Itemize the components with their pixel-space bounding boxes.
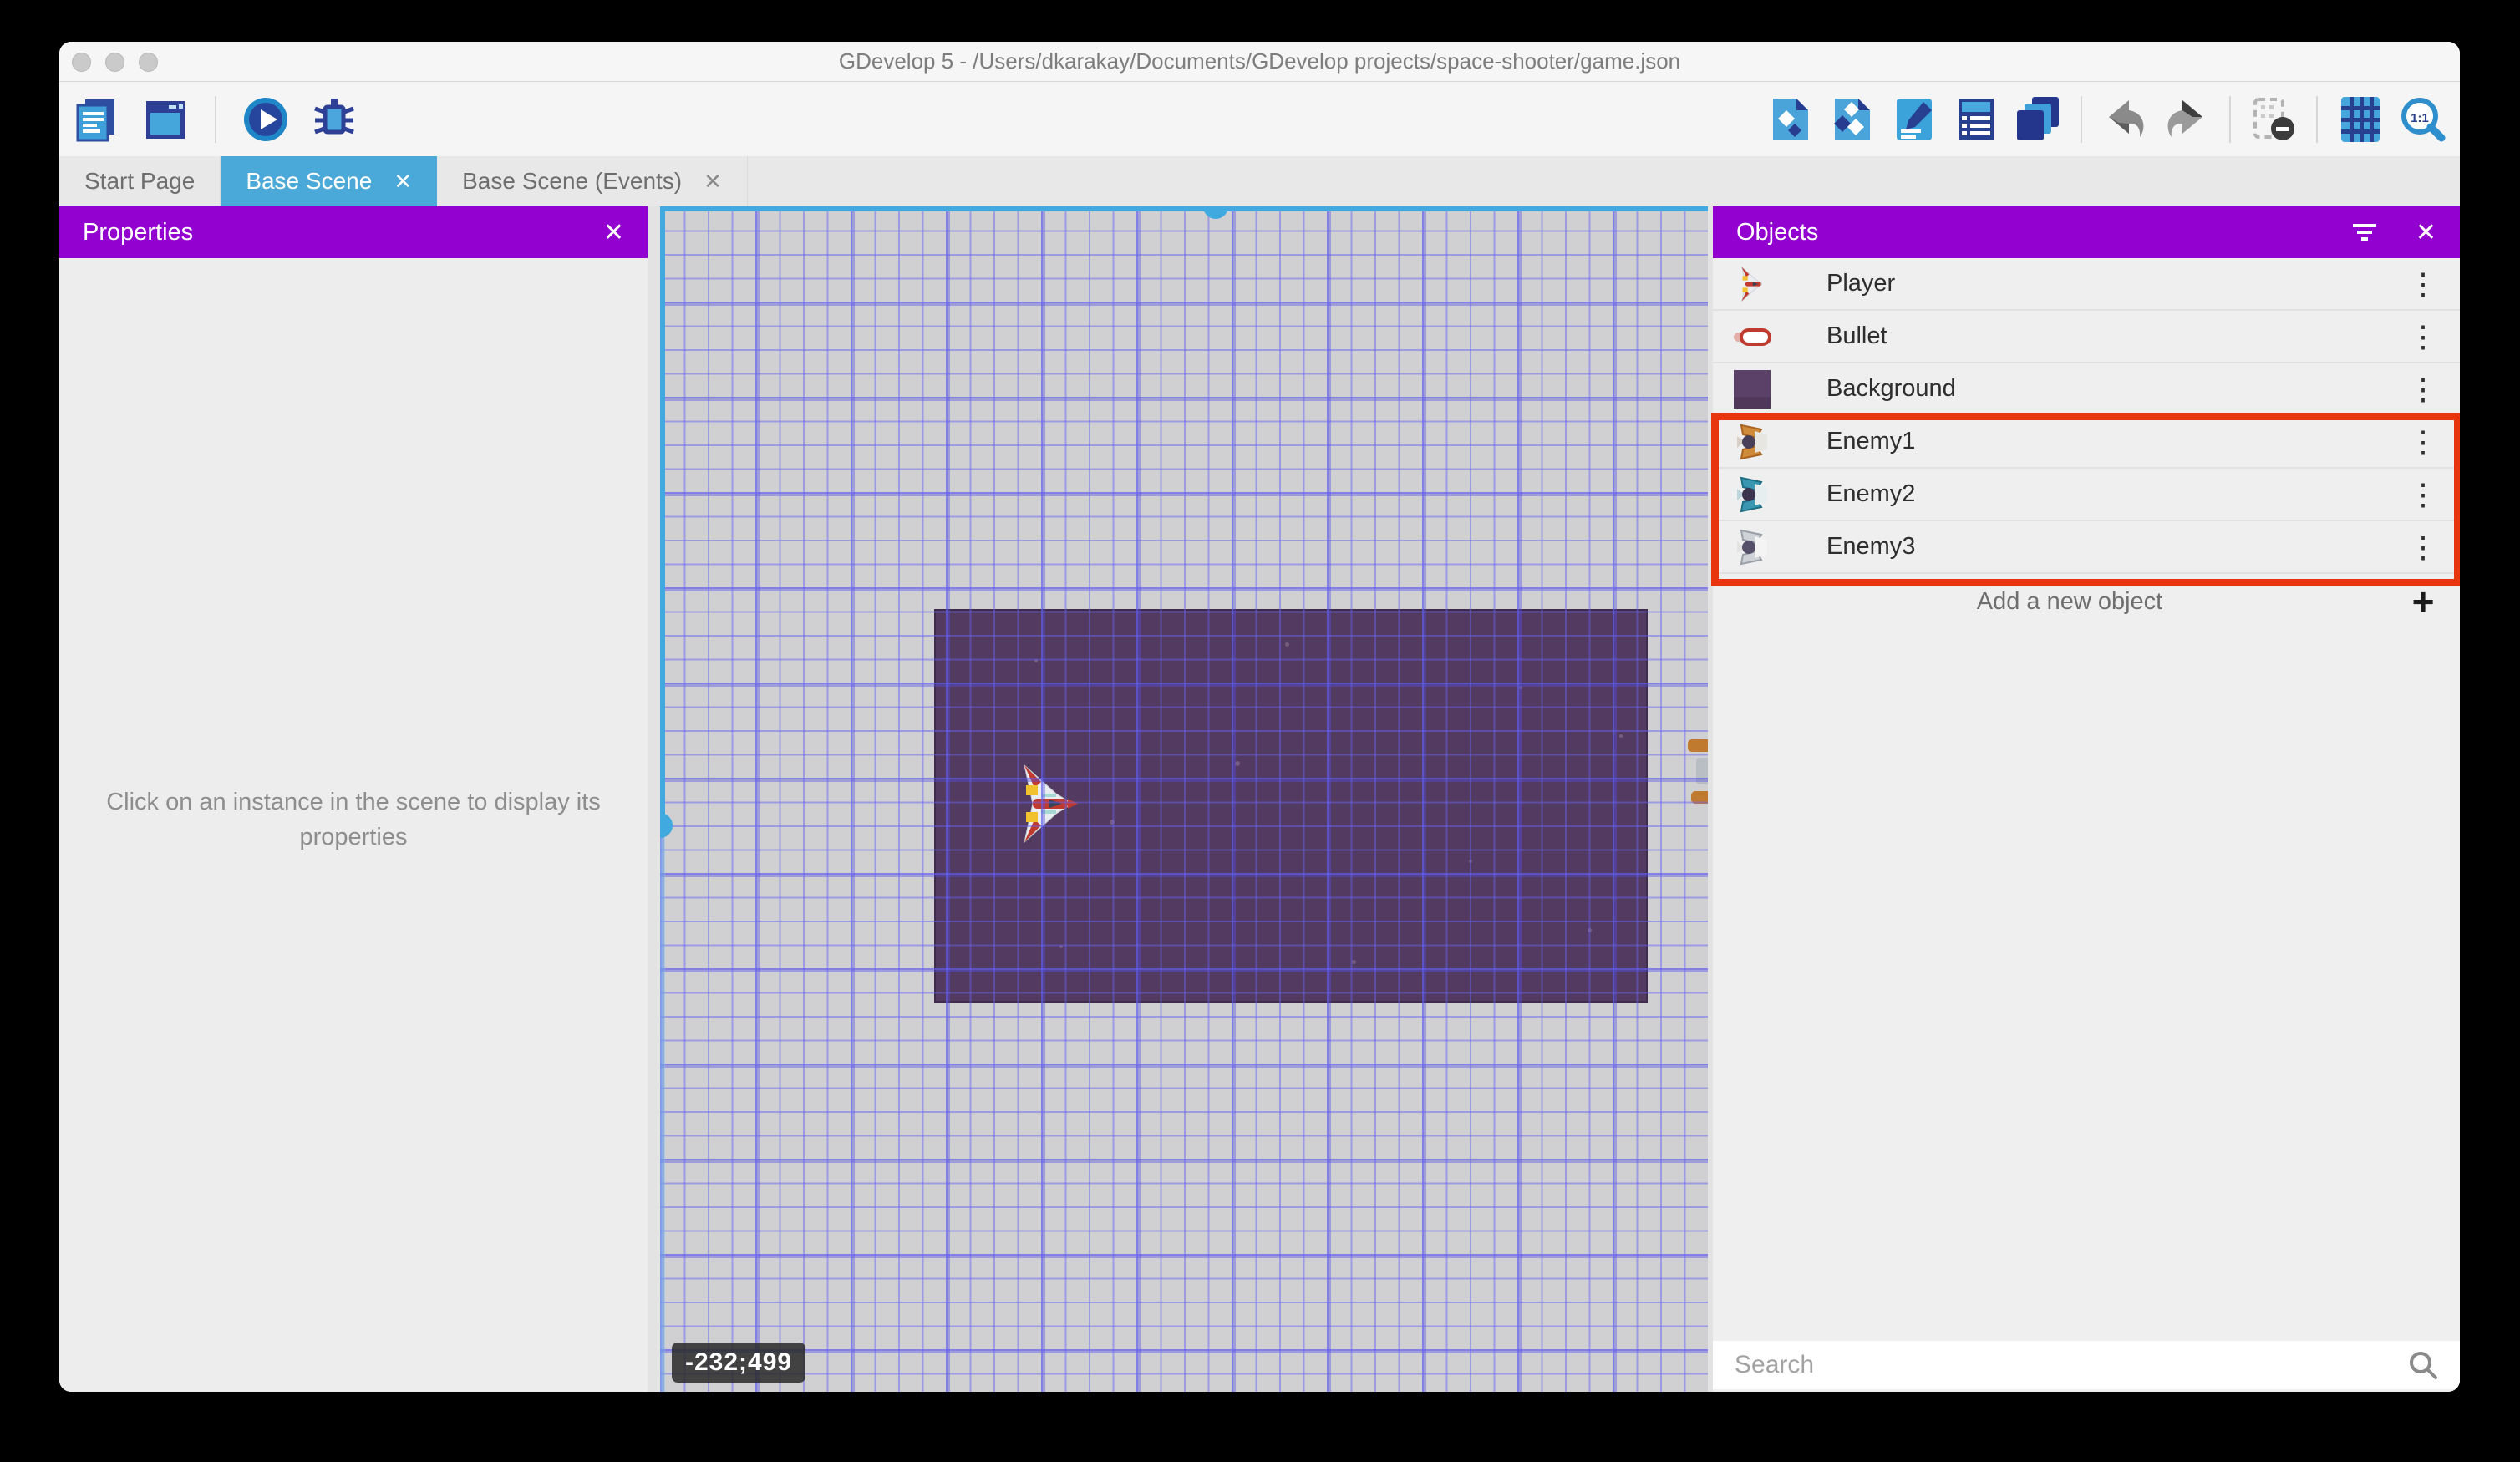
enemy2-ship-icon [1733, 475, 1771, 514]
object-row-enemy1[interactable]: Enemy1 ⋮ [1713, 416, 2460, 469]
enemy3-ship-icon [1733, 528, 1771, 566]
toolbar-right-group: 1:1 [1766, 95, 2446, 144]
clipped-enemy-sprite [1696, 758, 1708, 784]
gdevelop-window: GDevelop 5 - /Users/dkarakay/Documents/G… [59, 42, 2460, 1392]
object-name: Enemy2 [1826, 480, 2406, 508]
close-panel-icon[interactable]: ✕ [603, 218, 624, 247]
object-menu-icon[interactable]: ⋮ [2406, 374, 2440, 404]
objects-editor-icon[interactable] [1766, 95, 1815, 144]
debug-icon[interactable] [310, 95, 358, 144]
tab-label: Start Page [84, 168, 195, 195]
grid-icon[interactable] [2336, 95, 2385, 144]
enemy1-ship-icon [1733, 423, 1771, 461]
objects-panel-header: Objects ✕ [1713, 206, 2460, 258]
background-swatch-icon [1733, 370, 1771, 409]
window-title: GDevelop 5 - /Users/dkarakay/Documents/G… [59, 42, 2460, 81]
svg-text:1:1: 1:1 [2411, 111, 2429, 125]
player-ship-instance[interactable] [1018, 760, 1078, 847]
clipped-enemy-sprite [1688, 739, 1708, 752]
bullet-icon [1733, 317, 1771, 356]
search-input[interactable] [1735, 1351, 2408, 1379]
scene-window-border-left-faded [660, 825, 665, 1392]
zoom-window-button[interactable] [139, 53, 158, 72]
object-name: Enemy1 [1826, 428, 2406, 455]
scene-window-icon[interactable] [141, 95, 190, 144]
filter-icon[interactable] [2350, 221, 2379, 244]
object-menu-icon[interactable]: ⋮ [2406, 480, 2440, 510]
tab-base-scene[interactable]: Base Scene ✕ [221, 156, 437, 206]
toolbar-separator [2081, 96, 2082, 143]
editor-content: Properties ✕ Click on an instance in the… [59, 206, 2460, 1392]
object-row-enemy2[interactable]: Enemy2 ⋮ [1713, 469, 2460, 521]
objects-panel-title: Objects [1736, 219, 2350, 246]
plus-icon: + [2406, 582, 2440, 621]
titlebar: GDevelop 5 - /Users/dkarakay/Documents/G… [59, 42, 2460, 82]
cursor-coordinates-badge: -232;499 [672, 1343, 805, 1383]
tab-label: Base Scene (Events) [462, 168, 682, 195]
toolbar-separator [2229, 96, 2231, 143]
scene-resize-handle-top[interactable] [1203, 206, 1228, 219]
tab-label: Base Scene [246, 168, 372, 195]
object-name: Player [1826, 270, 2406, 297]
object-name: Enemy3 [1826, 533, 2406, 561]
close-window-button[interactable] [72, 53, 91, 72]
tab-start-page[interactable]: Start Page [59, 156, 221, 206]
project-manager-icon[interactable] [73, 95, 121, 144]
close-tab-icon[interactable]: ✕ [394, 170, 412, 192]
object-row-background[interactable]: Background ⋮ [1713, 363, 2460, 416]
objects-panel: Objects ✕ Player ⋮ Bullet ⋮ [1713, 206, 2460, 1392]
object-row-bullet[interactable]: Bullet ⋮ [1713, 311, 2460, 363]
add-object-label: Add a new object [1733, 588, 2406, 616]
toolbar-left-group [73, 95, 358, 144]
redo-icon[interactable] [2162, 95, 2211, 144]
object-row-player[interactable]: Player ⋮ [1713, 258, 2460, 311]
instances-list-icon[interactable] [1952, 95, 2000, 144]
minimize-window-button[interactable] [105, 53, 124, 72]
object-row-enemy3[interactable]: Enemy3 ⋮ [1713, 521, 2460, 574]
object-menu-icon[interactable]: ⋮ [2406, 427, 2440, 457]
object-name: Background [1826, 375, 2406, 403]
scene-window-border-left [660, 206, 665, 825]
add-object-button[interactable]: Add a new object + [1713, 576, 2460, 627]
scene-resize-handle-left[interactable] [660, 813, 673, 838]
main-toolbar: 1:1 [59, 82, 2460, 156]
scene-window-border-top [660, 206, 1708, 211]
scene-properties-icon[interactable] [1890, 95, 1938, 144]
player-ship-icon [1733, 265, 1771, 303]
properties-panel: Properties ✕ Click on an instance in the… [59, 206, 648, 1392]
close-tab-icon[interactable]: ✕ [704, 170, 722, 192]
properties-panel-header: Properties ✕ [59, 206, 648, 258]
tab-base-scene-events[interactable]: Base Scene (Events) ✕ [437, 156, 748, 206]
close-panel-icon[interactable]: ✕ [2416, 218, 2436, 247]
layers-icon[interactable] [2014, 95, 2062, 144]
undo-icon[interactable] [2101, 95, 2149, 144]
object-menu-icon[interactable]: ⋮ [2406, 269, 2440, 299]
properties-panel-title: Properties [83, 219, 572, 246]
toolbar-separator [2316, 96, 2318, 143]
object-search-bar [1713, 1341, 2460, 1389]
scene-canvas[interactable]: -232;499 [660, 206, 1708, 1392]
toolbar-separator [215, 96, 216, 143]
object-menu-icon[interactable]: ⋮ [2406, 322, 2440, 352]
object-menu-icon[interactable]: ⋮ [2406, 532, 2440, 562]
object-groups-icon[interactable] [1828, 95, 1877, 144]
render-mask-icon[interactable] [2249, 95, 2298, 144]
clipped-enemy-sprite [1691, 791, 1708, 804]
play-icon[interactable] [241, 95, 290, 144]
tab-bar: Start Page Base Scene ✕ Base Scene (Even… [59, 156, 2460, 206]
zoom-reset-icon[interactable]: 1:1 [2398, 95, 2446, 144]
object-name: Bullet [1826, 322, 2406, 350]
properties-empty-message: Click on an instance in the scene to dis… [83, 784, 624, 855]
search-icon [2408, 1350, 2438, 1380]
